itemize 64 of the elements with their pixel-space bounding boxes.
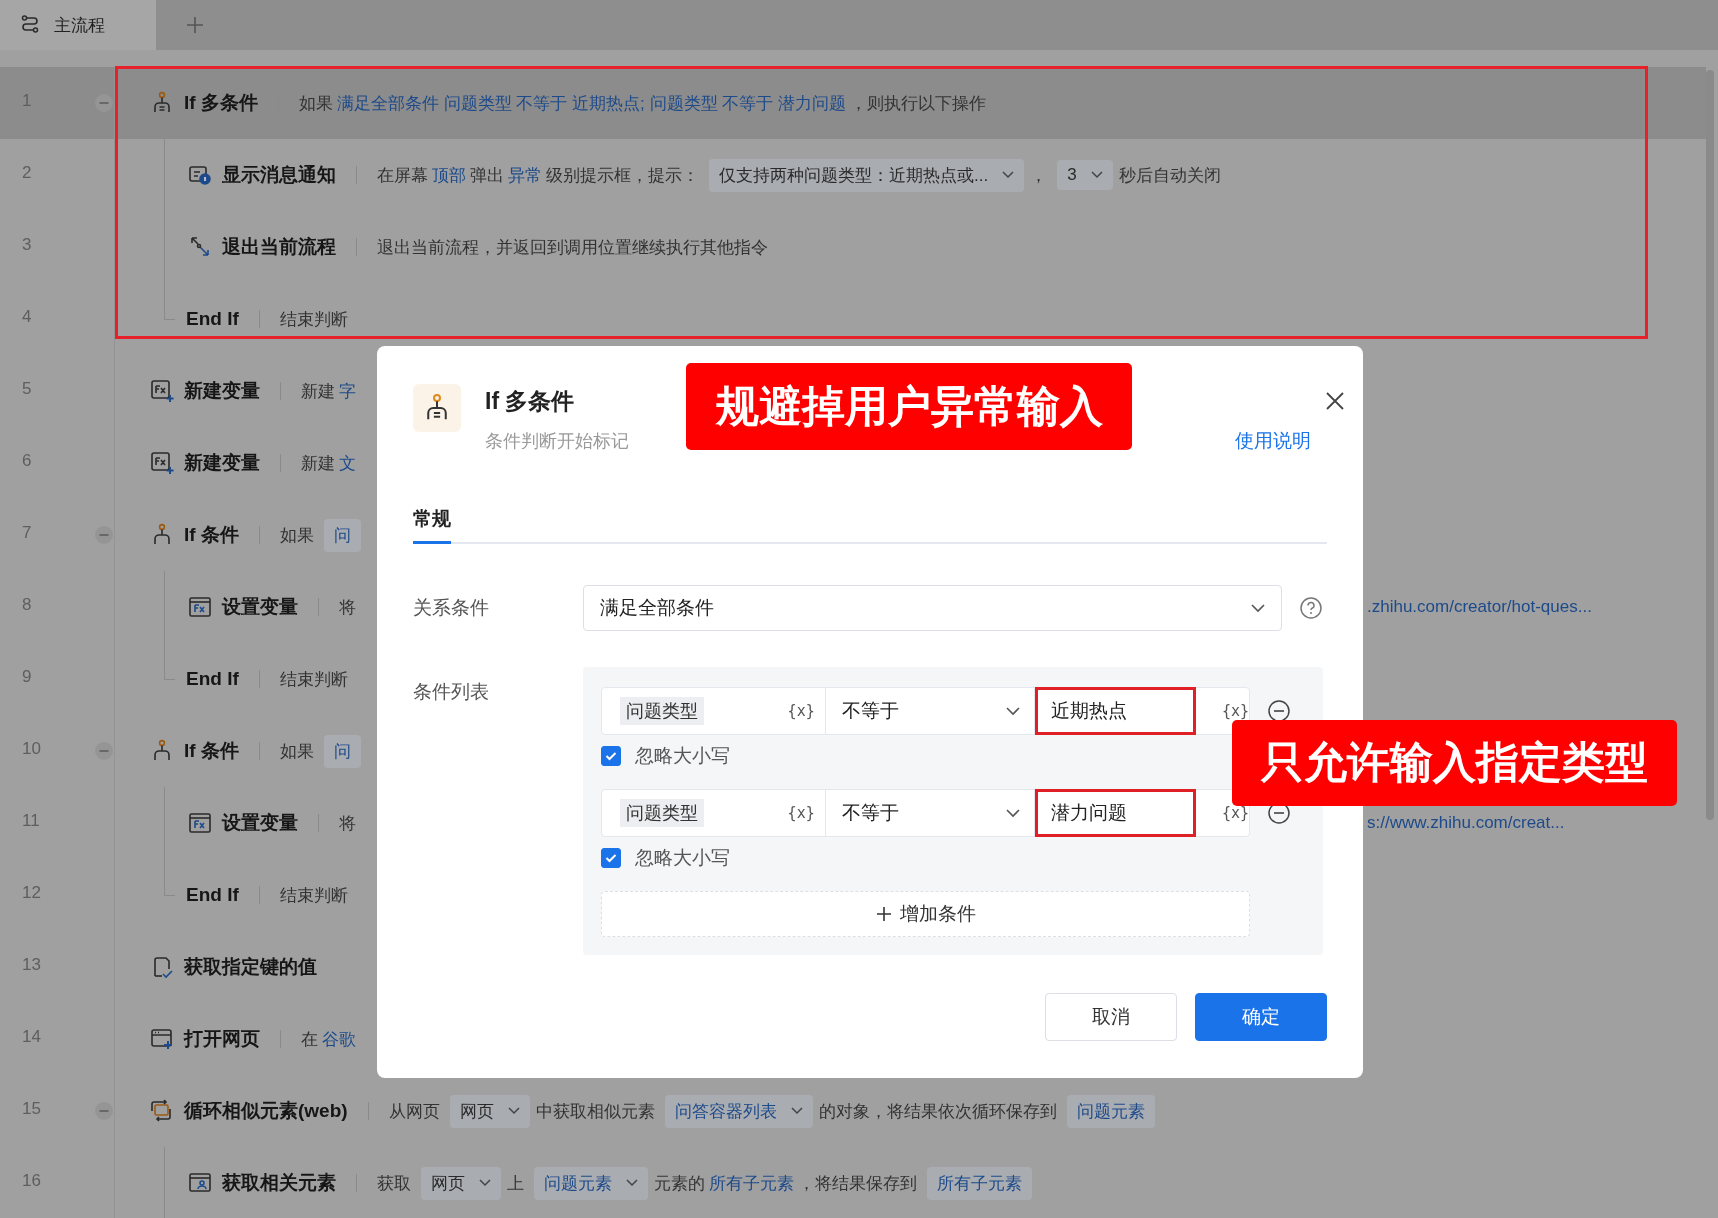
step-text: 秒后自动关闭	[1118, 164, 1221, 187]
step-text: 中获取相似元素	[535, 1100, 655, 1123]
line-number: 11	[22, 811, 40, 831]
step-title: End If	[186, 884, 239, 906]
line-number: 4	[22, 307, 32, 327]
line-number: 9	[22, 667, 32, 687]
field-label: 关系条件	[413, 596, 490, 620]
line-number: 10	[22, 739, 41, 759]
step-text: 结束判断	[279, 668, 348, 691]
step-title: If 条件	[184, 523, 239, 547]
step-text: 的对象，将结果依次循环保存到	[818, 1100, 1057, 1123]
line-number: 16	[22, 1171, 41, 1191]
step-text: 结束判断	[279, 884, 348, 907]
annotation-label: 规避掉用户异常输入	[686, 363, 1132, 450]
step-text: 上	[507, 1172, 524, 1195]
step-title: If 多条件	[184, 91, 258, 115]
step-text: ，	[1030, 164, 1048, 187]
step-title: 显示消息通知	[222, 163, 336, 187]
step-title: 获取指定键的值	[184, 955, 317, 979]
step-title: 循环相似元素(web)	[184, 1099, 348, 1123]
step-title: 退出当前流程	[222, 235, 336, 259]
dialog-subtitle: 条件判断开始标记	[485, 430, 629, 453]
line-number: 3	[22, 235, 32, 255]
line-number: 14	[22, 1027, 41, 1047]
line-number: 6	[22, 451, 32, 471]
line-number: 12	[22, 883, 41, 903]
step-text: ，则执行以下操作	[849, 92, 986, 115]
step-text: ，将结果保存到	[798, 1172, 917, 1195]
line-number: 5	[22, 379, 32, 399]
step-text: 级别提示框，提示：	[546, 164, 699, 187]
step-text: 从网页	[388, 1100, 440, 1123]
step-text: 将	[339, 812, 356, 835]
step-title: 获取相关元素	[222, 1171, 336, 1195]
checkbox-label: 忽略大小写	[635, 744, 730, 768]
step-title: 新建变量	[184, 379, 260, 403]
line-number: 2	[22, 163, 32, 183]
step-text: 将	[339, 596, 356, 619]
checkbox-label: 忽略大小写	[635, 846, 730, 870]
step-text: 退出当前流程，并返回到调用位置继续执行其他指令	[377, 236, 768, 259]
line-number: 13	[22, 955, 41, 975]
step-title: 设置变量	[222, 595, 298, 619]
step-text: 新建	[301, 380, 335, 403]
line-number: 15	[22, 1099, 41, 1119]
dialog-title: If 多条件	[485, 387, 576, 416]
step-text: 元素的	[654, 1172, 705, 1195]
step-title: 设置变量	[222, 811, 298, 835]
step-text: 在屏幕	[377, 164, 428, 187]
step-title: End If	[186, 668, 239, 690]
step-text: 如果	[298, 92, 333, 115]
step-title: 打开网页	[184, 1027, 260, 1051]
line-number: 7	[22, 523, 32, 543]
annotation-label: 只允许输入指定类型	[1232, 720, 1677, 806]
step-title: If 条件	[184, 739, 239, 763]
step-text: 新建	[301, 452, 335, 475]
step-title: 新建变量	[184, 451, 260, 475]
step-text: 获取	[377, 1172, 411, 1195]
step-text: 结束判断	[279, 308, 348, 331]
field-label: 条件列表	[413, 680, 490, 704]
line-number: 8	[22, 595, 32, 615]
step-text: 如果	[279, 524, 314, 547]
step-title: End If	[186, 308, 239, 330]
step-text: 在	[301, 1028, 318, 1051]
step-text: 如果	[279, 740, 314, 763]
step-text: 弹出	[470, 164, 504, 187]
